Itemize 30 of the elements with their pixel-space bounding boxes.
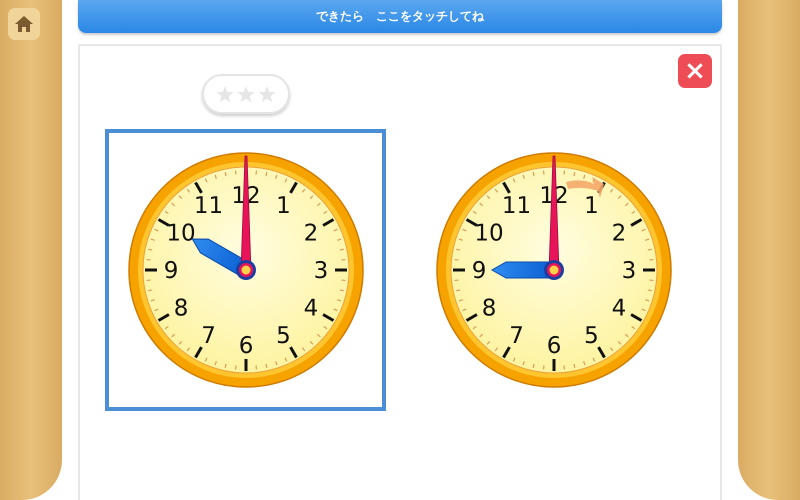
- clock-numeral: 5: [276, 322, 290, 349]
- clock-numeral: 8: [481, 296, 496, 322]
- clock-numeral: 3: [313, 258, 328, 284]
- clock-numeral: 10: [474, 220, 504, 246]
- clock-numeral: 5: [584, 322, 598, 349]
- clock-numeral: 8: [173, 296, 188, 322]
- clock-numeral: 2: [611, 220, 626, 246]
- clock-numeral: 11: [501, 193, 531, 220]
- star-icon: [215, 84, 235, 104]
- clock-numeral: 4: [611, 296, 626, 322]
- clock-numeral: 6: [546, 333, 561, 359]
- clock-numeral: 4: [303, 296, 318, 322]
- star-icon: [257, 84, 277, 104]
- home-icon: [14, 14, 34, 34]
- clock-numeral: 6: [238, 333, 253, 359]
- clock-numeral: 10: [166, 220, 196, 246]
- clock-numeral: 1: [584, 193, 598, 220]
- clock-numeral: 11: [193, 193, 223, 220]
- clock-numeral: 2: [303, 220, 318, 246]
- clock-numeral: 3: [621, 258, 636, 284]
- clock-numeral: 1: [276, 193, 290, 220]
- clock-numeral: 9: [471, 258, 486, 284]
- close-button[interactable]: ×: [678, 54, 712, 88]
- center-cap: [544, 260, 564, 280]
- clock-numeral: 9: [163, 258, 178, 284]
- clock-numeral: 7: [508, 322, 524, 349]
- center-cap: [236, 260, 256, 280]
- star-icon: [236, 84, 256, 104]
- home-button[interactable]: [8, 8, 40, 40]
- clock-numeral: 7: [200, 322, 216, 349]
